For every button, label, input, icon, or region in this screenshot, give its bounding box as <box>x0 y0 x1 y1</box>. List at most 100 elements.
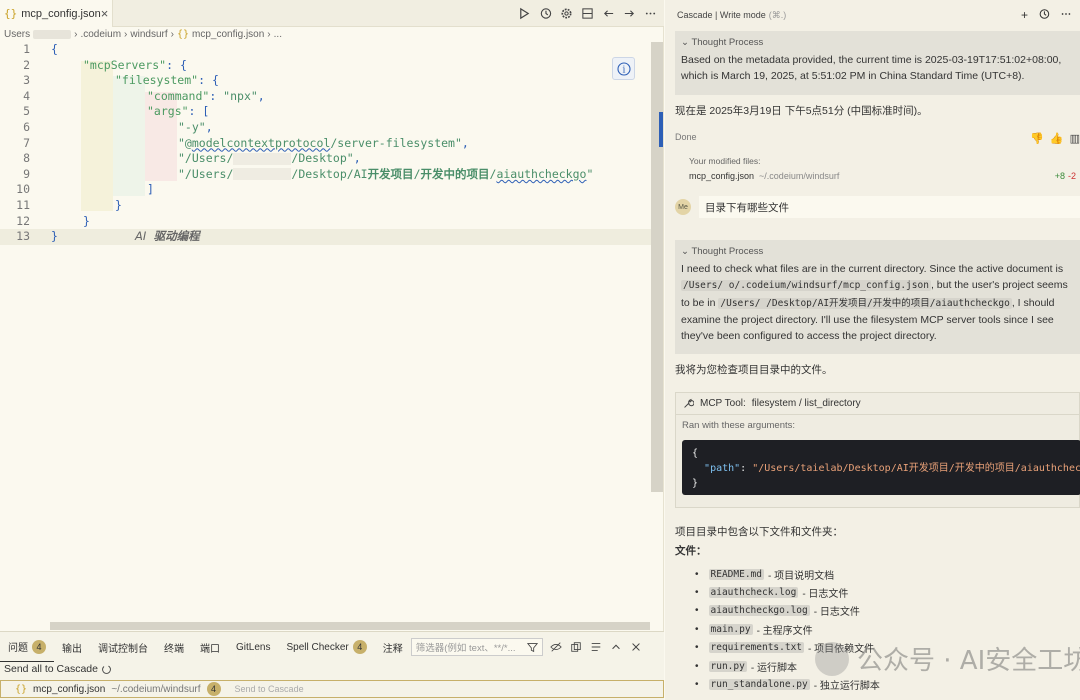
hide-icon[interactable] <box>549 640 563 654</box>
response-status: Done 👎 👍 ▥ <box>675 132 1080 145</box>
close-panel-icon[interactable] <box>629 640 643 654</box>
close-tab-icon[interactable]: × <box>101 6 109 21</box>
editor-tab-mcp-config[interactable]: {} mcp_config.json × <box>0 0 113 27</box>
filter-icon[interactable] <box>526 642 538 653</box>
gear-icon[interactable] <box>558 4 574 22</box>
breadcrumb-more[interactable]: ... <box>274 29 282 40</box>
line-number: 2 <box>23 57 30 72</box>
arrow-right-icon[interactable] <box>621 4 637 22</box>
modified-file-row[interactable]: mcp_config.json ~/.codeium/windsurf +8 -… <box>689 171 1080 181</box>
count-badge: 4 <box>32 639 46 654</box>
user-message-text: 目录下有哪些文件 <box>705 201 789 214</box>
split-editor-icon[interactable] <box>579 4 595 22</box>
breadcrumb-windsurf[interactable]: windsurf <box>130 29 167 40</box>
thumbs-up-icon[interactable]: 👍 <box>1050 132 1064 145</box>
run-icon[interactable] <box>516 4 532 22</box>
user-bubble: 目录下有哪些文件 <box>699 196 1080 218</box>
redacted-username <box>233 168 292 181</box>
ghost-suggestion: AI 驱动编程 <box>135 229 200 244</box>
wechat-logo-icon <box>815 641 849 676</box>
more-icon[interactable] <box>1060 8 1072 20</box>
tool-args-label: Ran with these arguments: <box>682 419 796 431</box>
wrench-icon <box>684 398 694 408</box>
tab-ports[interactable]: 端口 <box>192 640 228 655</box>
json-file-icon: {} <box>4 7 18 20</box>
code-line: 2 "mcpServers": { <box>0 58 660 74</box>
count-badge: 4 <box>206 682 221 696</box>
thumbs-down-icon[interactable]: 👎 <box>1030 132 1044 145</box>
code-editor[interactable]: 1{ 2 "mcpServers": { 3 "filesystem": { 4 "c… <box>0 42 660 622</box>
tab-label: mcp_config.json <box>21 7 101 20</box>
history-icon[interactable] <box>1038 8 1050 20</box>
diff-additions: +8 <box>1054 171 1065 181</box>
code-text: "/Users//Desktop/AI开发项目/开发中的项目/aiauthche… <box>178 166 594 181</box>
line-number: 7 <box>23 135 30 150</box>
line-number: 13 <box>16 229 30 244</box>
code-line: 7 "@modelcontextprotocol/server-filesyste… <box>0 136 660 152</box>
assistant-answer: 现在是 2025年3月19日 下午5点51分 (中国标准时间)。 <box>675 105 928 117</box>
mcp-tool-call[interactable]: MCP Tool: filesystem / list_directory Ra… <box>675 392 1080 508</box>
arrow-left-icon[interactable] <box>600 4 616 22</box>
more-actions-icon[interactable] <box>642 4 658 22</box>
tab-label: 输出 <box>62 643 82 655</box>
horizontal-scrollbar[interactable] <box>50 622 650 630</box>
list-item: run_standalone.py- 独立运行脚本 <box>695 675 1080 693</box>
editor-toolbar <box>516 4 658 22</box>
line-number: 12 <box>16 213 30 228</box>
code-text: "mcpServers": { <box>83 57 187 72</box>
tab-label: 终端 <box>164 643 184 655</box>
problem-file-row[interactable]: {} mcp_config.json ~/.codeium/windsurf 4… <box>0 680 664 698</box>
user-message: Me 目录下有哪些文件 <box>675 196 1080 218</box>
send-all-to-cascade-button[interactable]: Send all to Cascade <box>4 663 112 675</box>
loading-icon <box>102 664 111 674</box>
line-number: 3 <box>23 73 30 88</box>
breadcrumb-codeium[interactable]: .codeium <box>80 29 121 40</box>
code-text: "command": "npx", <box>147 88 265 103</box>
cascade-shortcut: (⌘.) <box>768 9 787 20</box>
watermark: 公众号 · AI安全工坊 <box>815 640 1080 677</box>
tab-debug-console[interactable]: 调试控制台 <box>90 640 156 655</box>
tab-label: 问题 <box>8 643 28 654</box>
code-text: } <box>83 213 90 228</box>
copy-icon[interactable] <box>569 640 583 654</box>
history-icon[interactable] <box>537 4 553 22</box>
thought-process-1[interactable]: ⌄ Thought Process Based on the metadata … <box>675 31 1080 95</box>
tab-problems[interactable]: 问题 4 <box>0 632 54 662</box>
chevron-up-icon[interactable] <box>609 640 623 654</box>
filter-input[interactable]: 筛选器(例如 text、**/*... <box>410 638 543 656</box>
json-file-icon: {} <box>176 29 190 40</box>
tab-gitlens[interactable]: GitLens <box>228 642 278 653</box>
list-icon[interactable] <box>589 640 603 654</box>
info-icon[interactable]: i <box>612 57 635 80</box>
watermark-text: 公众号 · AI安全工坊 <box>857 646 1080 676</box>
code-line: 5 "args": [ <box>0 104 660 120</box>
breadcrumb-file[interactable]: mcp_config.json <box>192 29 264 40</box>
breadcrumb-users[interactable]: Users <box>4 29 30 40</box>
list-item: aiauthcheckgo.log- 日志文件 <box>695 602 1080 620</box>
tab-comments[interactable]: 注释 <box>375 640 411 655</box>
breadcrumb-sep: › <box>74 29 78 40</box>
editor-pane: {} mcp_config.json × Users › .codeium › … <box>0 0 664 700</box>
new-chat-icon[interactable]: + <box>1021 8 1028 22</box>
tab-terminal[interactable]: 终端 <box>156 640 192 655</box>
thought-title: ⌄ Thought Process <box>681 246 764 257</box>
send-to-cascade-button[interactable]: Send to Cascade <box>235 684 304 694</box>
line-number: 9 <box>23 166 30 181</box>
tab-output[interactable]: 输出 <box>54 640 90 655</box>
line-number: 6 <box>23 120 30 134</box>
list-item: aiauthcheck.log- 日志文件 <box>695 583 1080 601</box>
vertical-scrollbar[interactable] <box>651 42 663 492</box>
tab-spell-checker[interactable]: Spell Checker 4 <box>278 640 374 654</box>
send-all-label: Send all to Cascade <box>4 663 98 675</box>
code-text: "/Users//Desktop", <box>178 151 361 166</box>
modified-file-path: ~/.codeium/windsurf <box>759 171 840 181</box>
avatar: Me <box>675 199 691 215</box>
code-text: } <box>51 229 58 244</box>
tab-label: 端口 <box>200 643 220 655</box>
thought-process-2[interactable]: ⌄ Thought Process I need to check what f… <box>675 240 1080 354</box>
chart-icon[interactable]: ▥ <box>1070 132 1080 145</box>
svg-text:i: i <box>622 65 625 75</box>
code-line-current: 13} AI 驱动编程 <box>0 229 660 245</box>
thought-title: ⌄ Thought Process <box>681 37 764 48</box>
line-number: 5 <box>23 104 30 119</box>
